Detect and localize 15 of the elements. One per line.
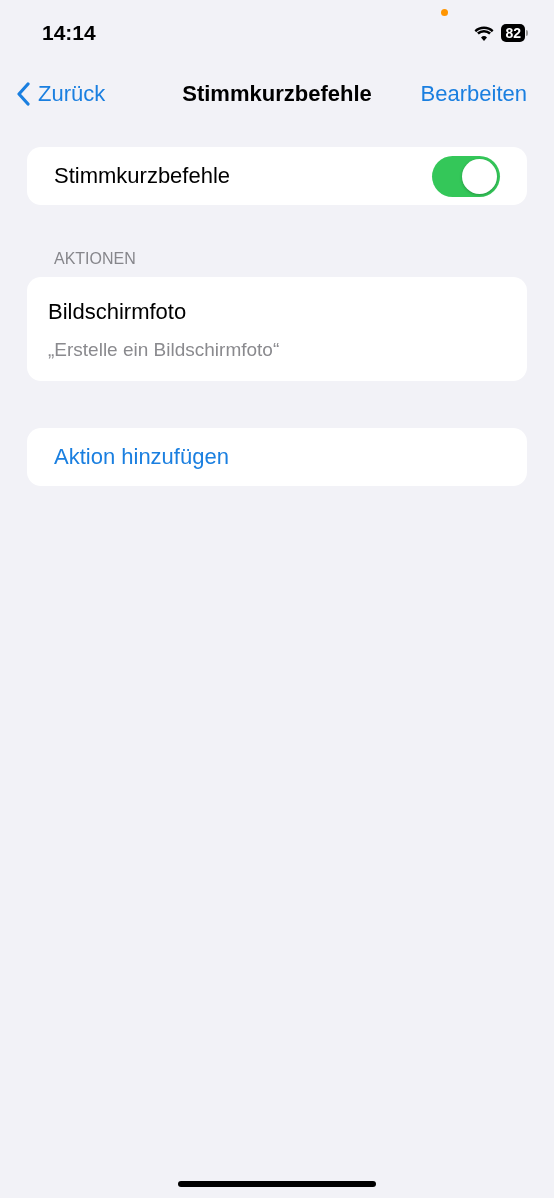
edit-button[interactable]: Bearbeiten: [420, 81, 527, 107]
battery-icon: 82: [501, 24, 528, 42]
chevron-left-icon: [16, 82, 30, 106]
action-phrase: „Erstelle ein Bildschirmfoto“: [48, 339, 281, 361]
wifi-icon: [474, 25, 495, 41]
section-header: AKTIONEN: [54, 250, 137, 268]
nav-title: Stimmkurzbefehle: [182, 81, 372, 106]
action-item[interactable]: Bildschirmfoto „Erstelle ein Bildschirmfoto“: [27, 277, 527, 381]
privacy-indicator-icon: [441, 9, 448, 16]
status-time: 14:14: [42, 21, 96, 45]
add-action-button[interactable]: Aktion hinzufügen: [54, 444, 229, 470]
toggle-label: Stimmkurzbefehle: [54, 163, 231, 189]
back-button[interactable]: Zurück: [16, 81, 106, 107]
toggle-switch[interactable]: [432, 155, 500, 197]
action-title: Bildschirmfoto: [48, 299, 188, 325]
